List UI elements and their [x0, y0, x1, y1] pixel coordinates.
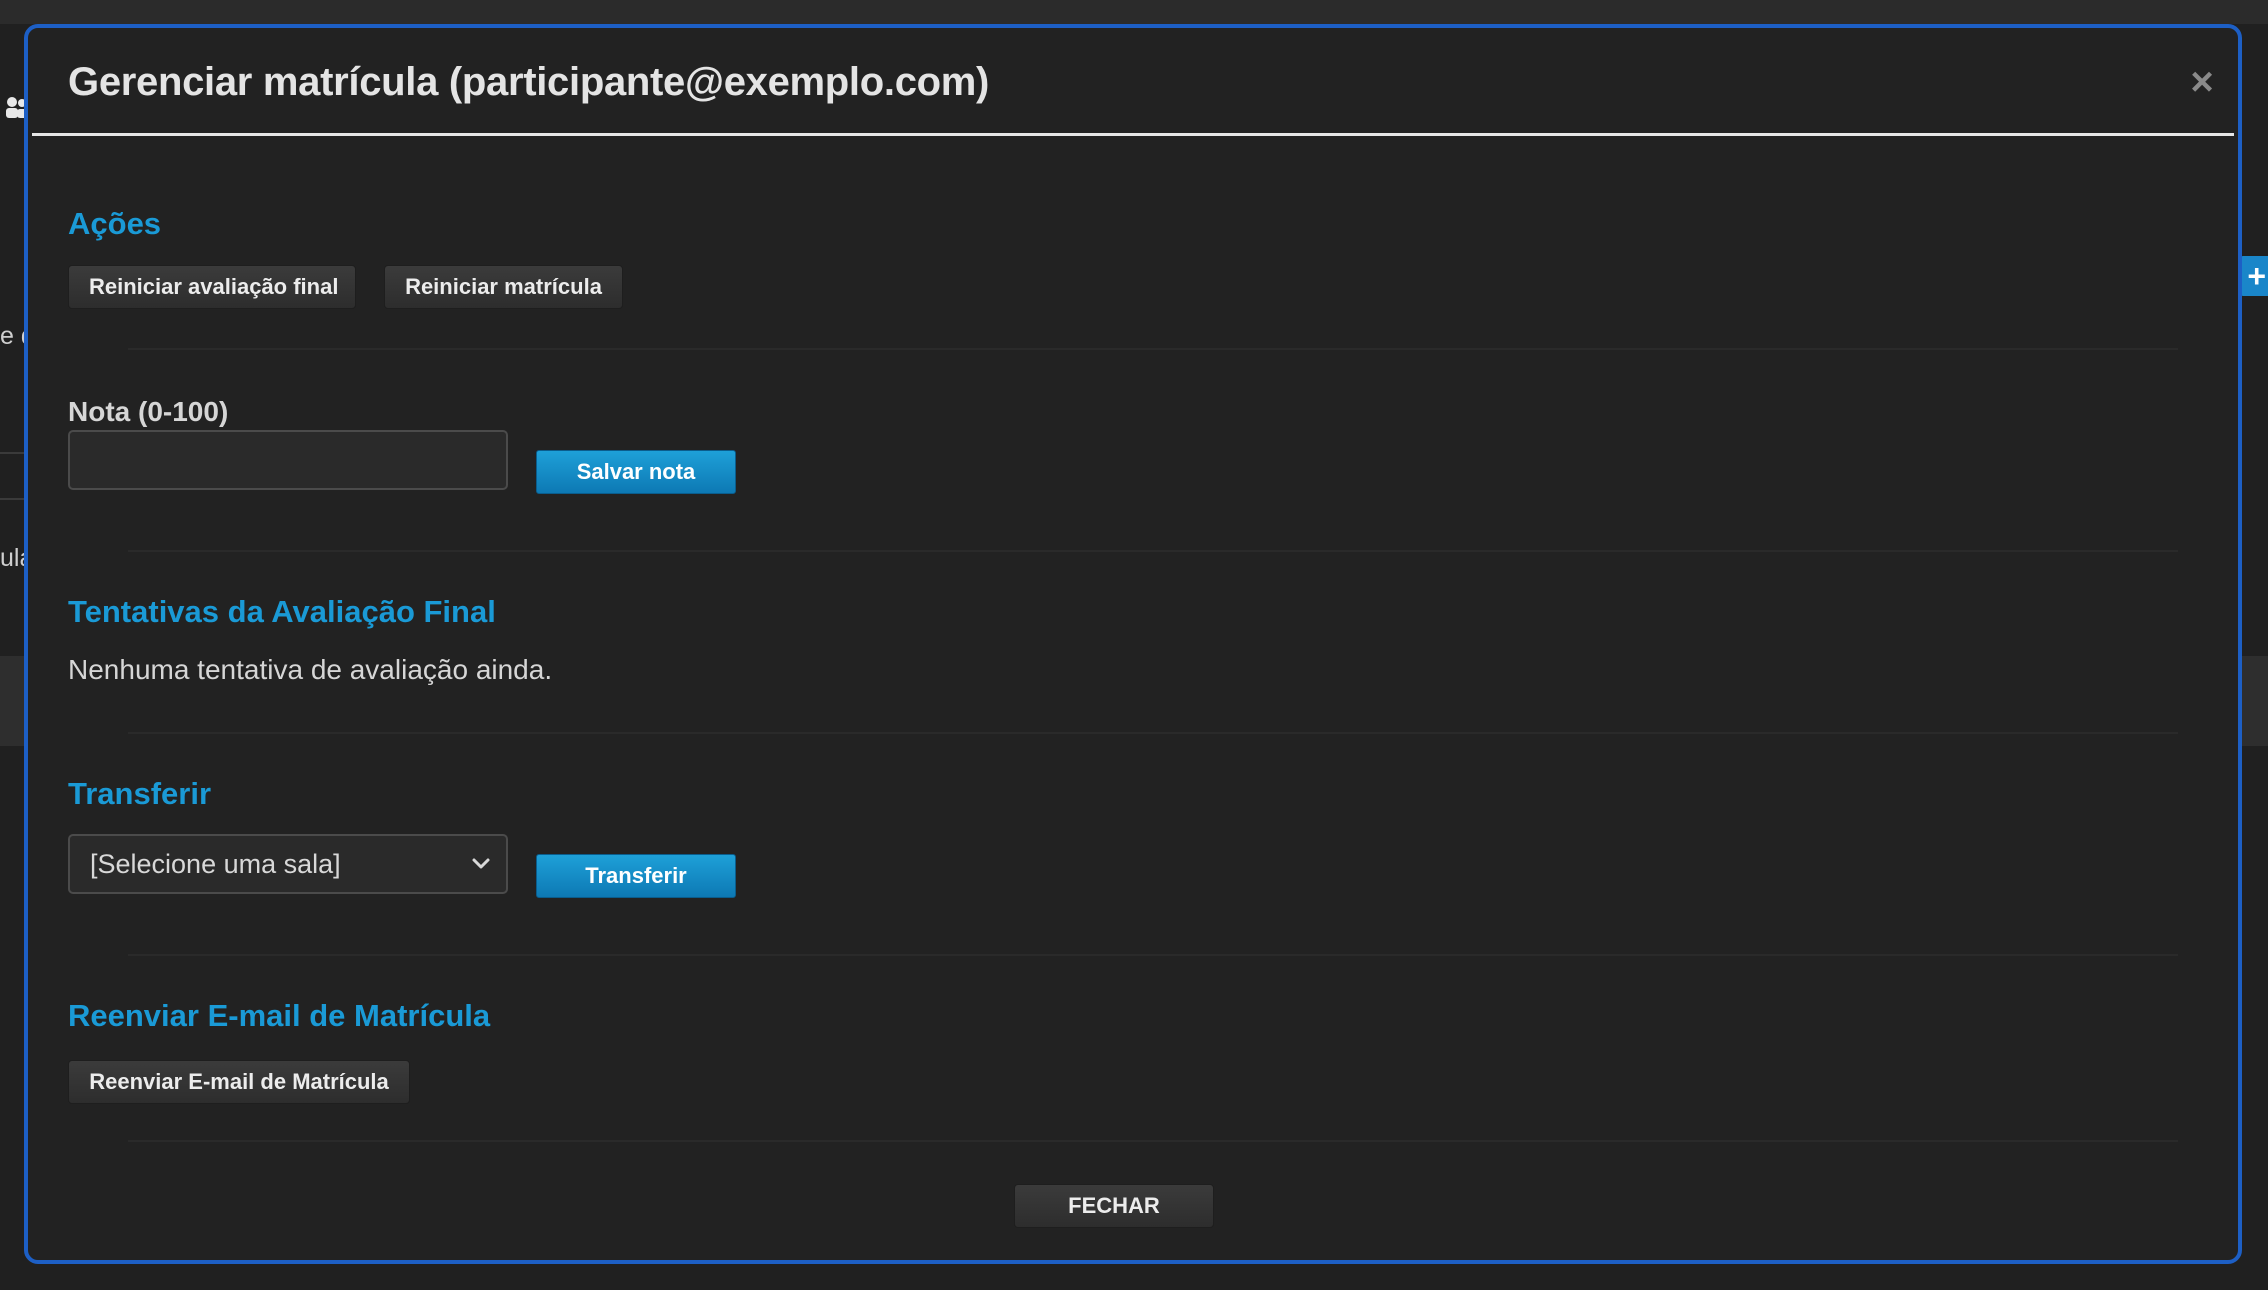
section-divider: [128, 732, 2178, 734]
background-top-bar: [0, 0, 2268, 24]
section-divider: [128, 550, 2178, 552]
reset-final-assessment-button[interactable]: Reiniciar avaliação final: [68, 265, 356, 309]
transfer-title: Transferir: [68, 776, 212, 811]
manage-enrollment-modal: Gerenciar matrícula (participante@exempl…: [24, 24, 2242, 1264]
resend-title: Reenviar E-mail de Matrícula: [68, 998, 491, 1033]
transfer-button[interactable]: Transferir: [536, 854, 736, 898]
section-divider: [128, 954, 2178, 956]
chevron-down-icon: [472, 858, 490, 869]
background-add-button[interactable]: +: [2238, 256, 2268, 296]
reset-enrollment-button[interactable]: Reiniciar matrícula: [384, 265, 623, 309]
save-grade-button[interactable]: Salvar nota: [536, 450, 736, 494]
background-band: [2238, 656, 2268, 746]
modal-title: Gerenciar matrícula (participante@exempl…: [68, 60, 990, 104]
resend-enrollment-email-button[interactable]: Reenviar E-mail de Matrícula: [68, 1060, 410, 1104]
grade-label: Nota (0-100): [68, 396, 229, 427]
grade-input[interactable]: [68, 430, 508, 490]
section-divider: [128, 348, 2178, 350]
attempts-section: Tentativas da Avaliação Final: [68, 594, 2198, 630]
attempts-empty-message: Nenhuma tentativa de avaliação ainda.: [68, 654, 553, 685]
close-icon[interactable]: ×: [2182, 62, 2222, 104]
close-modal-button[interactable]: FECHAR: [1014, 1184, 1214, 1228]
resend-section: Reenviar E-mail de Matrícula: [68, 998, 2198, 1034]
room-select[interactable]: [Selecione uma sala]: [68, 834, 508, 894]
section-divider: [128, 1140, 2178, 1142]
modal-header: Gerenciar matrícula (participante@exempl…: [32, 28, 2234, 136]
actions-title: Ações: [68, 206, 162, 241]
room-select-value: [Selecione uma sala]: [90, 849, 341, 879]
transfer-section: Transferir: [68, 776, 2198, 812]
actions-section: Ações: [68, 206, 2198, 242]
attempts-title: Tentativas da Avaliação Final: [68, 594, 496, 629]
